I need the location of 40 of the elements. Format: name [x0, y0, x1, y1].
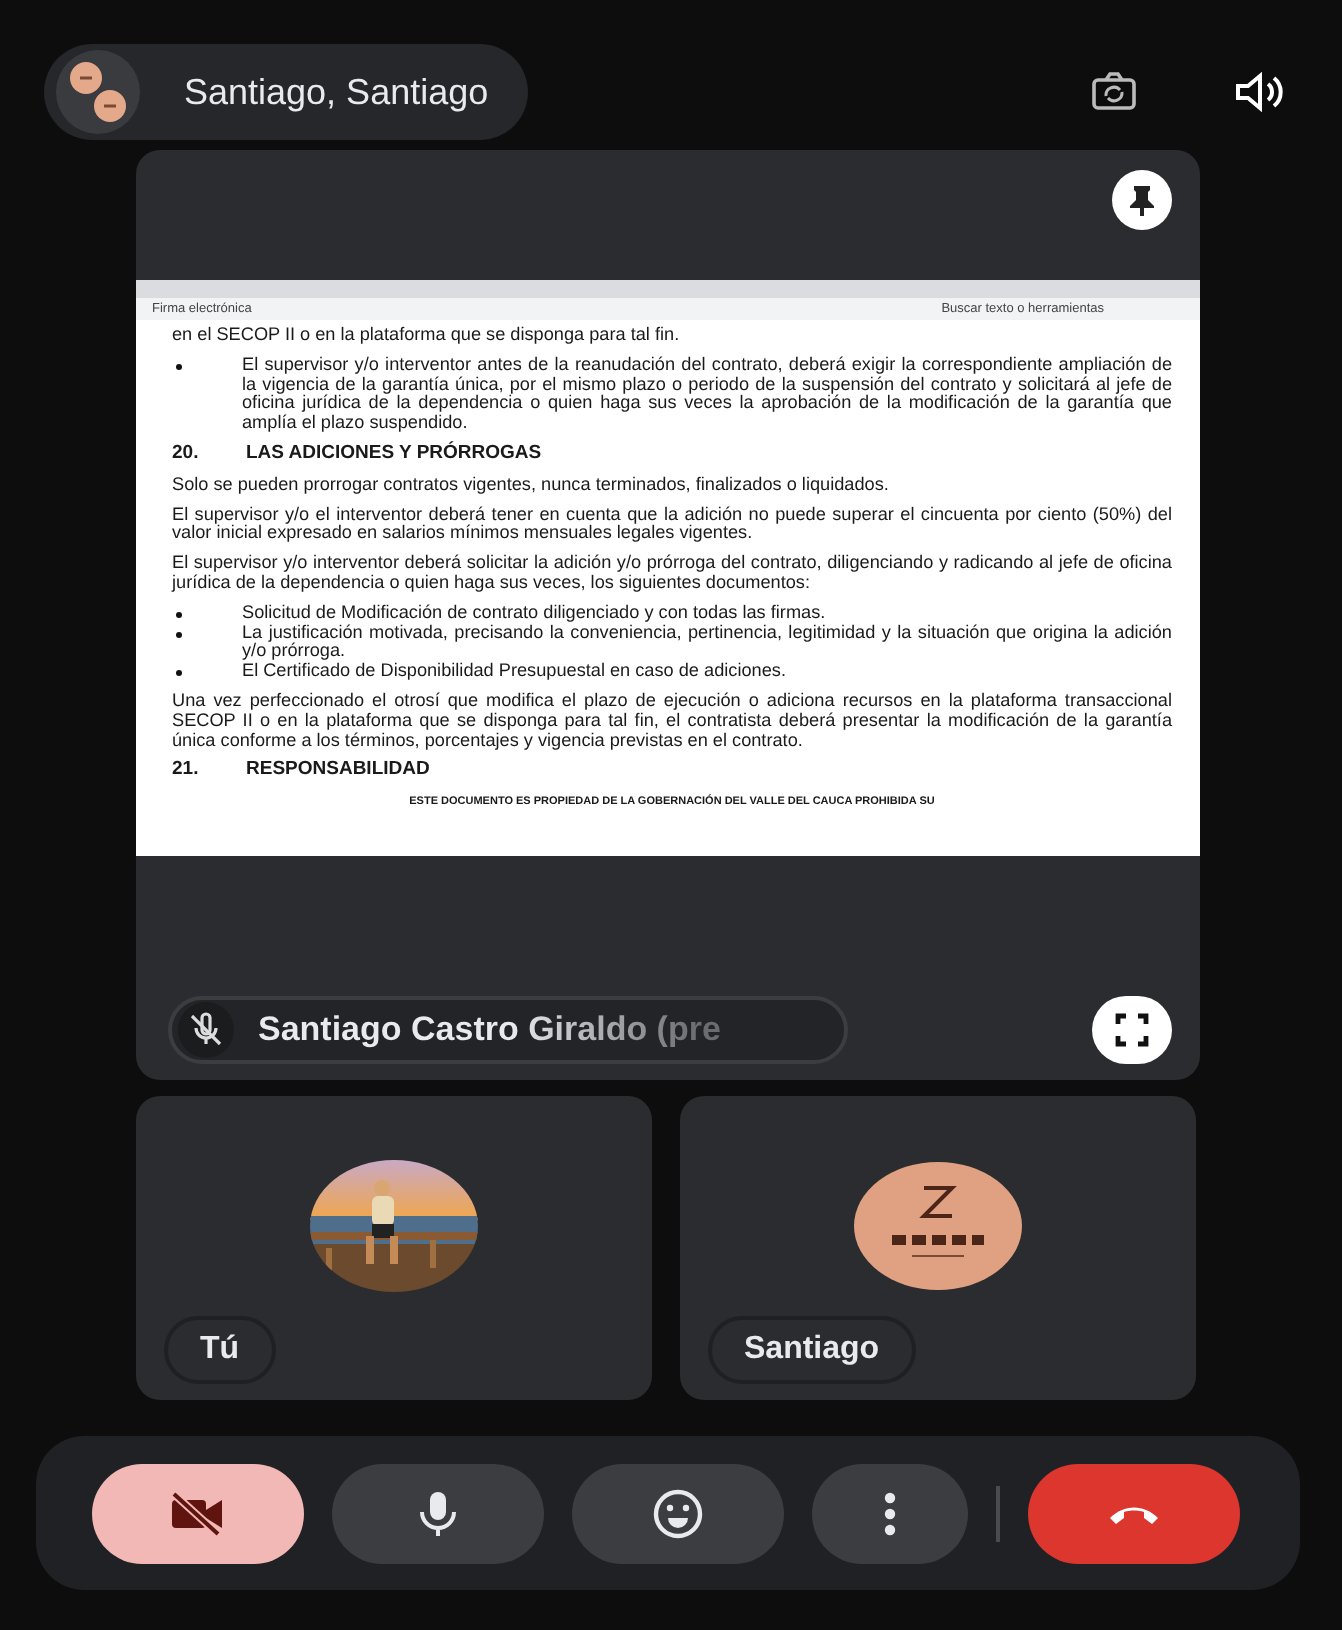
participant-tile[interactable]: Santiago	[680, 1096, 1196, 1400]
document-paragraph: El supervisor y/o interventor deberá solicitar la adición y/o prórroga del contrato, diligenciando y radicando al jefe de oficina jurídica de la dependencia o quien haga sus veces, los siguientes documentos:	[172, 554, 1172, 594]
pin-button[interactable]	[1112, 170, 1172, 230]
section-heading: LAS ADICIONES Y PRÓRROGAS	[246, 443, 542, 464]
camera-off-icon	[168, 1491, 228, 1535]
call-title: Santiago, Santiago	[184, 71, 489, 113]
bullet-icon	[176, 611, 182, 618]
fullscreen-button[interactable]	[1092, 996, 1172, 1064]
bullet-icon	[176, 363, 182, 370]
logo-avatar-icon	[852, 1160, 1024, 1292]
more-vertical-icon	[882, 1489, 898, 1537]
document-paragraph: Una vez perfeccionado el otrosí que modifica el plazo de ejecución o adiciona recursos en la plataforma transaccional SECOP II o en la plataforma que se disponga para tal fin, el contratista deberá presentar la modificación de la garantía única conforme a los términos, porcentajes y vigencia previstas en el contrato.	[172, 691, 1172, 751]
pin-icon	[1128, 184, 1156, 216]
bullet-text: El Certificado de Disponibilidad Presupuestal en caso de adiciones.	[242, 662, 786, 682]
section-number: 21.	[172, 760, 201, 781]
emoji-icon	[650, 1485, 706, 1541]
speaker-icon[interactable]	[1234, 72, 1286, 112]
bullet-text: El supervisor y/o interventor antes de la reanudación del contrato, deberá exigir la correspondiente ampliación de la vigencia de la garantía única, por el mismo plazo o periodo de la suspensión del contrato y solicitará al jefe de oficina jurídica de la dependencia o quien haga sus veces la aprobación de la modificación de la garantía que amplía el plazo suspendido.	[242, 355, 1172, 434]
bullet-icon	[176, 631, 182, 638]
switch-camera-icon[interactable]	[1090, 72, 1138, 112]
microphone-button[interactable]	[332, 1463, 544, 1563]
bullet-icon	[176, 670, 182, 677]
camera-button[interactable]	[92, 1463, 304, 1563]
participant-name: Santiago	[708, 1316, 916, 1384]
document-paragraph: El supervisor y/o el interventor deberá tener en cuenta que la adición no puede superar el cincuenta por ciento (50%) del valor inicial expresado en salarios mínimos mensuales legales vigentes.	[172, 505, 1172, 545]
microphone-icon	[414, 1487, 462, 1539]
group-avatar-icon	[56, 50, 140, 134]
call-header[interactable]: Santiago, Santiago	[44, 44, 529, 140]
participant-name: Tú	[164, 1316, 276, 1384]
section-heading: RESPONSABILIDAD	[246, 760, 430, 781]
document-paragraph: Solo se pueden prorrogar contratos vigentes, nunca terminados, finalizados o liquidados.	[172, 475, 891, 496]
emoji-button[interactable]	[572, 1463, 784, 1563]
document-paragraph: en el SECOP II o en la plataforma que se disponga para tal fin.	[172, 326, 682, 346]
section-number: 20.	[172, 443, 201, 464]
end-call-button[interactable]	[1028, 1463, 1240, 1563]
bullet-text: La justificación motivada, precisando la conveniencia, pertinencia, legitimidad y la situación que origina la adición y/o prórroga.	[242, 623, 1172, 662]
fullscreen-icon	[1112, 1010, 1152, 1050]
bullet-text: Solicitud de Modificación de contrato diligenciado y con todas las firmas.	[242, 603, 826, 624]
participant-tile[interactable]: Tú	[136, 1096, 652, 1400]
presenter-name-chip: Santiago Castro Giraldo (pre	[168, 996, 848, 1064]
